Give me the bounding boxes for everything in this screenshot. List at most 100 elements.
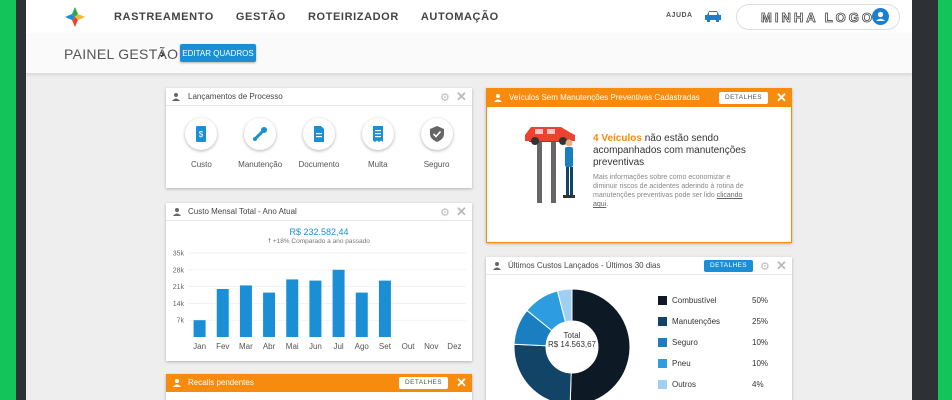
user-icon — [493, 262, 501, 270]
launch-item-label: Documento — [298, 160, 340, 169]
launch-item-label: Seguro — [423, 160, 450, 169]
bar-jan[interactable] — [193, 320, 206, 337]
legend-row: Pneu 10% — [656, 357, 786, 378]
edit-boards-button[interactable]: EDITAR QUADROS — [180, 44, 256, 62]
vehicles-details-button[interactable]: DETALHES — [719, 92, 769, 104]
donut-total-label: Total — [563, 331, 581, 340]
legend-percent: 4% — [752, 380, 764, 389]
bar-jun[interactable] — [309, 280, 322, 337]
x-tick-label: Jan — [193, 342, 206, 351]
y-tick-label: 35k — [173, 251, 185, 258]
recent-costs-card-title: Últimos Custos Lançados - Últimos 30 dia… — [508, 261, 661, 270]
legend-percent: 10% — [752, 359, 769, 368]
launch-item-custo[interactable]: $ Custo — [172, 118, 231, 169]
gear-icon[interactable]: ⚙ — [760, 260, 770, 273]
user-avatar-icon[interactable] — [872, 8, 889, 25]
launch-item-seguro[interactable]: Seguro — [407, 118, 466, 169]
close-icon[interactable]: ✕ — [456, 89, 467, 105]
x-tick-label: Mai — [286, 342, 299, 351]
x-tick-label: Nov — [424, 342, 438, 351]
launch-card-title: Lançamentos de Processo — [188, 92, 283, 101]
y-tick-label: 14k — [173, 301, 185, 308]
bar-mai[interactable] — [286, 279, 299, 337]
recent-costs-card: Últimos Custos Lançados - Últimos 30 dia… — [486, 257, 792, 400]
nav-automacao[interactable]: AUTOMAÇÃO — [421, 11, 499, 23]
x-tick-label: Mar — [239, 342, 253, 351]
cost-icon: $ — [196, 126, 207, 142]
launch-card: Lançamentos de Processo ⚙ ✕ $ Custo Manu… — [166, 88, 472, 188]
bar-ago[interactable] — [355, 292, 368, 337]
nav-gestao[interactable]: GESTÃO — [236, 11, 286, 23]
recent-costs-card-header: Últimos Custos Lançados - Últimos 30 dia… — [486, 257, 792, 275]
launch-item-manutencao[interactable]: Manutenção — [231, 118, 290, 169]
vehicles-card: Veículos Sem Manutenções Preventivas Cad… — [486, 88, 792, 243]
legend-swatch — [658, 338, 667, 347]
x-tick-label: Abr — [263, 342, 276, 351]
receipt-icon — [372, 126, 383, 142]
help-link[interactable]: AJUDA — [666, 12, 693, 19]
x-tick-label: Ago — [355, 342, 370, 351]
user-icon — [173, 379, 181, 387]
bar-jul[interactable] — [332, 269, 345, 337]
close-icon[interactable]: ✕ — [456, 204, 467, 220]
vehicles-card-header: Veículos Sem Manutenções Preventivas Cad… — [487, 89, 791, 107]
launch-items: $ Custo Manutenção Documento Multa Segur… — [166, 118, 472, 169]
x-tick-label: Dez — [447, 342, 461, 351]
main-nav: RASTREAMENTO GESTÃO ROTEIRIZADOR AUTOMAÇ… — [114, 0, 499, 34]
vehicles-card-title: Veículos Sem Manutenções Preventivas Cad… — [509, 93, 700, 102]
monthly-cost-card-title: Custo Mensal Total - Ano Atual — [188, 207, 297, 216]
close-icon[interactable]: ✕ — [776, 90, 787, 106]
monthly-cost-card: Custo Mensal Total - Ano Atual ⚙ ✕ R$ 23… — [166, 203, 472, 361]
legend-label: Seguro — [672, 338, 698, 347]
vehicles-info-end: . — [606, 201, 609, 208]
x-tick-label: Set — [379, 342, 392, 351]
bar-set[interactable] — [378, 280, 391, 337]
y-tick-label: 7k — [177, 318, 185, 325]
bar-fev[interactable] — [216, 289, 229, 337]
top-navbar: RASTREAMENTO GESTÃO ROTEIRIZADOR AUTOMAÇ… — [26, 0, 912, 34]
bar-mar[interactable] — [239, 285, 252, 337]
chevron-right-icon: › — [160, 46, 165, 61]
legend-row: Manutenções 25% — [656, 315, 786, 336]
gear-icon[interactable]: ⚙ — [440, 206, 450, 219]
donut-slice-manutenções[interactable] — [513, 343, 572, 400]
x-tick-label: Jul — [333, 342, 343, 351]
svg-text:$: $ — [199, 130, 204, 139]
close-icon[interactable]: ✕ — [456, 375, 467, 391]
logo-icon[interactable] — [64, 6, 86, 28]
launch-item-documento[interactable]: Documento — [290, 118, 349, 169]
monthly-cost-card-header: Custo Mensal Total - Ano Atual ⚙ ✕ — [166, 203, 472, 221]
user-icon — [494, 94, 502, 102]
legend-row: Combustível 50% — [656, 294, 786, 315]
legend-row: Outros 4% — [656, 378, 786, 399]
x-tick-label: Jun — [309, 342, 322, 351]
y-tick-label: 21k — [173, 284, 185, 291]
legend-label: Outros — [672, 380, 697, 389]
donut-total-value: R$ 14.563,67 — [547, 340, 597, 349]
nav-roteirizador[interactable]: ROTEIRIZADOR — [308, 11, 399, 23]
legend-percent: 25% — [752, 317, 769, 326]
gear-icon[interactable]: ⚙ — [440, 91, 450, 104]
launch-item-label: Multa — [368, 160, 388, 169]
launch-item-multa[interactable]: Multa — [348, 118, 407, 169]
donut-legend: Combustível 50% Manutenções 25% Seguro 10% … — [656, 294, 786, 399]
vehicles-count: 4 Veículos — [593, 133, 642, 144]
legend-label: Combustível — [672, 296, 717, 305]
app-screen: RASTREAMENTO GESTÃO ROTEIRIZADOR AUTOMAÇ… — [26, 0, 912, 400]
x-tick-label: Fev — [216, 342, 229, 351]
recalls-card: Recalls pendentes DETALHES ✕ — [166, 374, 472, 400]
bar-abr[interactable] — [263, 292, 276, 337]
nav-rastreamento[interactable]: RASTREAMENTO — [114, 11, 214, 23]
vehicles-info: Mais informações sobre como economizar e… — [593, 173, 753, 209]
legend-label: Manutenções — [672, 317, 721, 326]
recalls-card-header: Recalls pendentes DETALHES ✕ — [166, 374, 472, 392]
close-icon[interactable]: ✕ — [776, 258, 787, 274]
launch-card-header: Lançamentos de Processo ⚙ ✕ — [166, 88, 472, 106]
legend-swatch — [658, 296, 667, 305]
recalls-details-button[interactable]: DETALHES — [399, 377, 449, 389]
recent-costs-details-button[interactable]: DETALHES — [704, 260, 754, 272]
monthly-cost-total: R$ 232.582,44 — [289, 227, 349, 237]
shield-icon — [429, 126, 444, 142]
legend-label: Pneu — [672, 359, 691, 368]
car-icon[interactable] — [704, 9, 722, 23]
